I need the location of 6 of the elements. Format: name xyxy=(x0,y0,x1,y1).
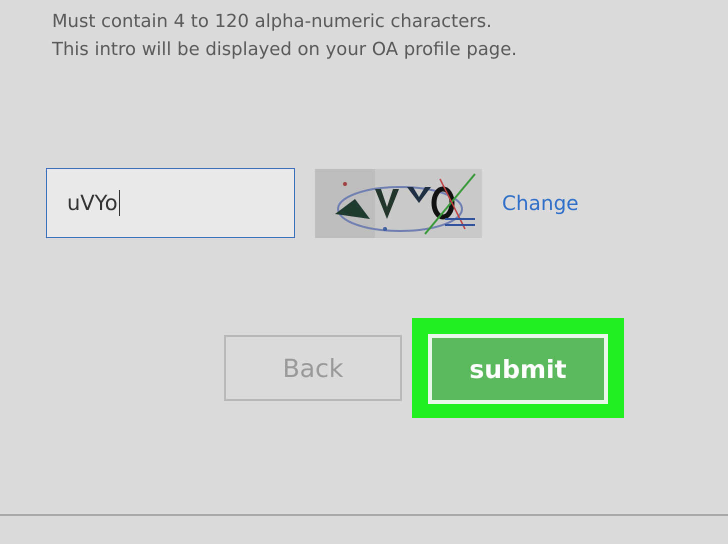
submit-button[interactable]: submit xyxy=(428,334,608,404)
back-button[interactable]: Back xyxy=(224,335,402,401)
change-link[interactable]: Change xyxy=(502,191,579,215)
hint-text: Must contain 4 to 120 alpha-numeric characters. xyxy=(52,10,493,34)
captcha-input-field[interactable]: uVYo xyxy=(46,168,295,238)
hint-text: This intro will be displayed on your OA profile page. xyxy=(52,38,518,62)
